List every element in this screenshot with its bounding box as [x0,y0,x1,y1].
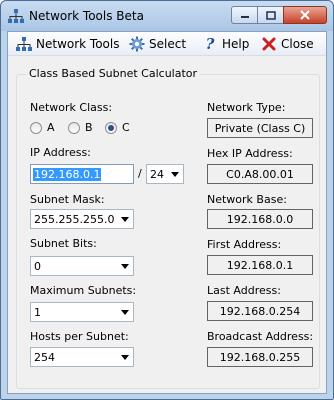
maximum-subnets-value: 1 [34,306,41,319]
chevron-down-icon [121,355,129,360]
radio-class-c[interactable]: C [105,121,130,134]
menu-close[interactable]: Close [261,35,314,53]
subnet-bits-label: Subnet Bits: [30,237,97,250]
radio-class-c-label: C [122,121,130,134]
first-address-value: 192.168.0.1 [207,255,313,275]
hosts-per-subnet-select[interactable]: 254 [30,347,134,367]
subnet-bits-value: 0 [34,260,41,273]
caption-buttons [231,6,327,24]
cidr-separator: / [138,167,142,180]
subnet-mask-select[interactable]: 255.255.255.0 [30,209,134,229]
maximize-button[interactable] [257,6,283,24]
menu-network-tools-label: Network Tools [36,37,120,51]
minimize-icon [240,16,249,18]
menu-select-label: Select [149,37,187,51]
last-address-value: 192.168.0.254 [207,301,313,321]
network-base-label: Network Base: [207,193,287,206]
hosts-per-subnet-value: 254 [34,351,55,364]
network-class-label: Network Class: [30,101,113,114]
radio-button [68,121,80,134]
maximum-subnets-label: Maximum Subnets: [30,284,137,297]
network-icon [8,9,24,23]
radio-class-b-label: B [85,121,93,134]
chevron-down-icon [121,217,129,222]
radio-button [30,121,42,134]
hosts-per-subnet-label: Hosts per Subnet: [30,330,129,343]
minimize-button[interactable] [231,6,257,24]
network-type-label: Network Type: [207,101,286,114]
first-address-label: First Address: [207,238,282,251]
chevron-down-icon [121,310,129,315]
menu-help[interactable]: ? Help [202,35,250,53]
cidr-select[interactable]: 24 [146,164,184,184]
close-icon [300,10,310,20]
maximize-icon [265,10,276,20]
radio-button-selected [105,121,117,134]
menu-help-label: Help [222,37,250,51]
broadcast-address-label: Broadcast Address: [207,330,314,343]
subnet-mask-label: Subnet Mask: [30,193,105,206]
menu-bar: Network Tools Select ? Help Close [8,32,326,56]
close-icon [261,36,277,52]
menu-select[interactable]: Select [129,35,186,53]
ip-address-label: IP Address: [30,146,91,159]
radio-class-a[interactable]: A [30,121,55,134]
menu-network-tools[interactable]: Network Tools [16,35,119,53]
hex-ip-label: Hex IP Address: [207,147,293,160]
hex-ip-value: C0.A8.00.01 [207,164,313,184]
subnet-bits-select[interactable]: 0 [30,256,134,276]
chevron-down-icon [171,172,179,177]
menu-close-label: Close [281,37,314,51]
broadcast-address-value: 192.168.0.255 [207,347,313,367]
radio-class-a-label: A [47,121,55,134]
ip-address-input[interactable]: 192.168.0.1 [30,164,134,184]
app-window: Network Tools Beta Network Tools Select … [0,0,334,400]
gear-icon [129,36,145,52]
close-window-button[interactable] [283,6,327,24]
subnet-mask-value: 255.255.255.0 [34,213,115,226]
last-address-label: Last Address: [207,284,281,297]
radio-class-b[interactable]: B [68,121,93,134]
network-icon [16,36,32,52]
client-area: Network Tools Select ? Help Close Class … [7,31,327,394]
help-icon: ? [205,35,215,53]
cidr-value: 24 [150,168,164,181]
chevron-down-icon [121,264,129,269]
network-base-value: 192.168.0.0 [207,209,313,229]
window-title: Network Tools Beta [29,9,144,23]
network-type-value: Private (Class C) [207,118,313,138]
title-bar[interactable]: Network Tools Beta [1,1,333,31]
ip-address-value: 192.168.0.1 [33,168,102,181]
maximum-subnets-select[interactable]: 1 [30,302,134,322]
group-title: Class Based Subnet Calculator [26,67,201,80]
